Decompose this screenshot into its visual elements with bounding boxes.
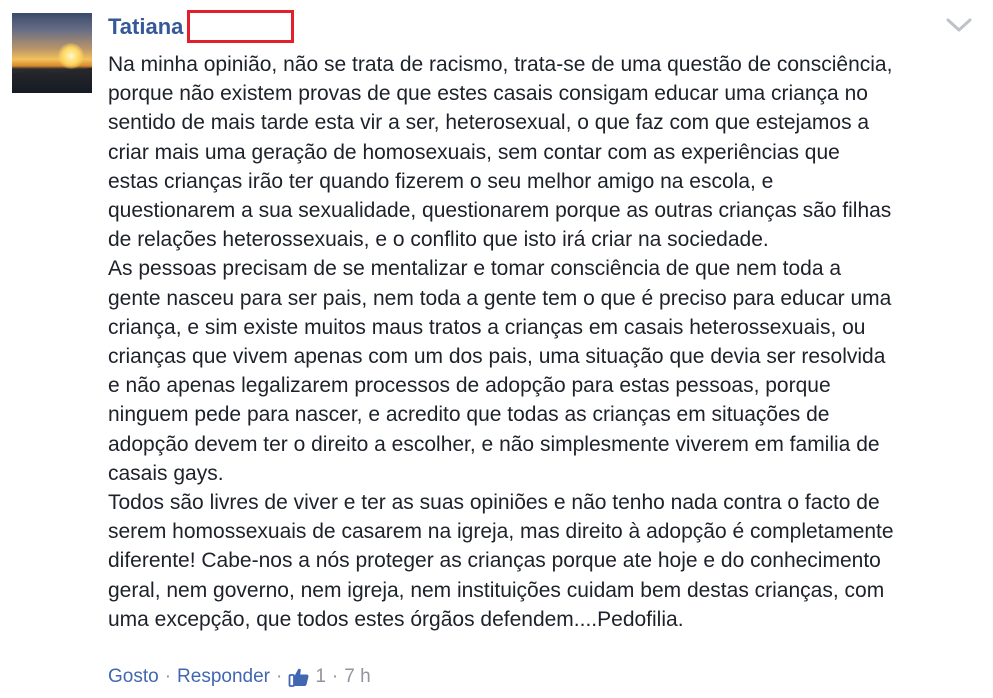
comment-actions: Gosto · Responder · 1 · 7 h — [108, 664, 371, 690]
comment-paragraph: Na minha opinião, não se trata de racism… — [108, 53, 893, 252]
like-count[interactable]: 1 — [315, 664, 326, 690]
redaction-box — [187, 10, 294, 43]
comment-body: Na minha opinião, não se trata de racism… — [108, 50, 978, 634]
chevron-down-icon[interactable] — [944, 14, 974, 36]
separator: · — [275, 666, 283, 687]
avatar-sun — [58, 43, 84, 69]
timestamp[interactable]: 7 h — [344, 664, 370, 690]
avatar[interactable] — [12, 13, 92, 93]
comment-paragraph: Todos são livres de viver e ter as suas … — [108, 491, 894, 631]
author-name[interactable]: Tatiana — [108, 13, 183, 41]
thumbs-up-icon[interactable] — [288, 666, 310, 688]
like-link[interactable]: Gosto — [108, 664, 159, 690]
comment-paragraph: As pessoas precisam de se mentalizar e t… — [108, 257, 892, 485]
reply-link[interactable]: Responder — [177, 664, 270, 690]
separator: · — [331, 666, 339, 687]
avatar-landscape — [12, 67, 92, 93]
separator: · — [164, 666, 172, 687]
